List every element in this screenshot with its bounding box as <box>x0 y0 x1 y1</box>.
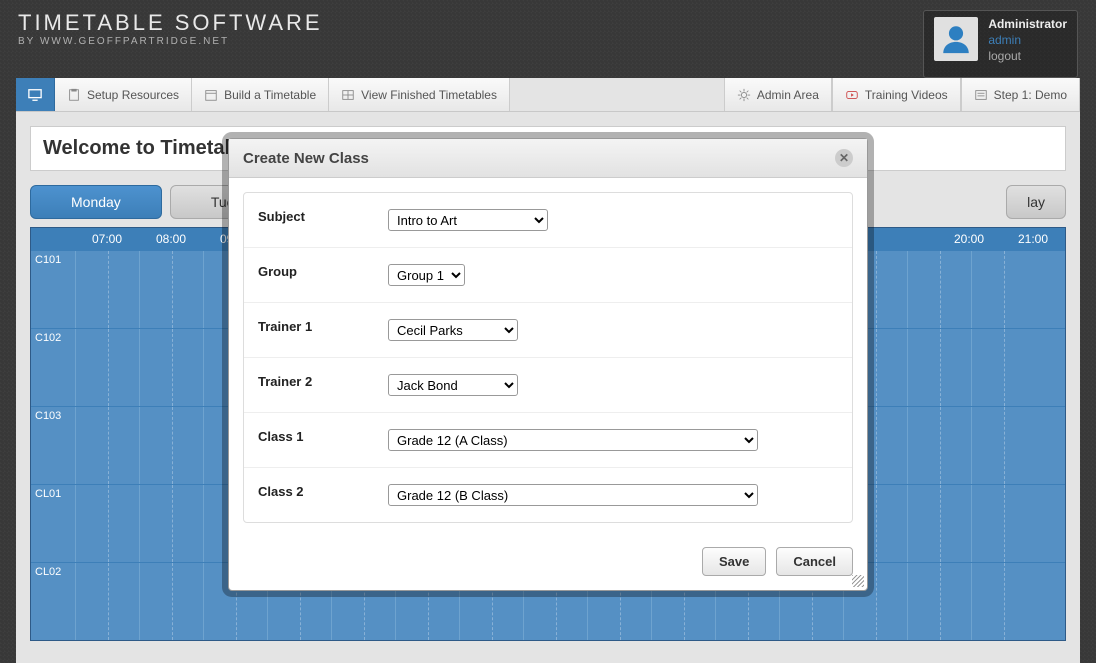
user-icon <box>939 22 973 56</box>
create-class-modal: Create New Class ✕ Subject Intro to Art … <box>228 138 868 591</box>
content: Setup Resources Build a Timetable View F… <box>16 78 1080 663</box>
save-button[interactable]: Save <box>702 547 766 576</box>
trainer2-label: Trainer 2 <box>258 374 388 396</box>
logo-title: TIMETABLE SOFTWARE <box>18 10 323 36</box>
form-table: Subject Intro to Art Group Group 1 Train… <box>243 192 853 523</box>
modal-title: Create New Class <box>243 150 369 167</box>
cancel-button[interactable]: Cancel <box>776 547 853 576</box>
class1-label: Class 1 <box>258 429 388 451</box>
modal-footer: Save Cancel <box>229 537 867 590</box>
trainer1-select[interactable]: Cecil Parks <box>388 319 518 341</box>
subject-label: Subject <box>258 209 388 231</box>
avatar <box>934 17 978 61</box>
trainer2-select[interactable]: Jack Bond <box>388 374 518 396</box>
form-row-class1: Class 1 Grade 12 (A Class) <box>244 413 852 468</box>
logout-link[interactable]: logout <box>988 49 1067 63</box>
trainer1-label: Trainer 1 <box>258 319 388 341</box>
close-icon[interactable]: ✕ <box>835 149 853 167</box>
modal-title-bar: Create New Class ✕ <box>229 139 867 178</box>
subject-select[interactable]: Intro to Art <box>388 209 548 231</box>
modal-body: Subject Intro to Art Group Group 1 Train… <box>229 178 867 537</box>
form-row-subject: Subject Intro to Art <box>244 193 852 248</box>
group-select[interactable]: Group 1 <box>388 264 465 286</box>
form-row-group: Group Group 1 <box>244 248 852 303</box>
class2-select[interactable]: Grade 12 (B Class) <box>388 484 758 506</box>
class2-label: Class 2 <box>258 484 388 506</box>
form-row-trainer1: Trainer 1 Cecil Parks <box>244 303 852 358</box>
topbar: TIMETABLE SOFTWARE BY WWW.GEOFFPARTRIDGE… <box>0 0 1096 78</box>
user-login[interactable]: admin <box>988 33 1067 47</box>
user-text: Administrator admin logout <box>988 17 1067 63</box>
logo-subtitle: BY WWW.GEOFFPARTRIDGE.NET <box>18 36 323 47</box>
form-row-class2: Class 2 Grade 12 (B Class) <box>244 468 852 522</box>
logo: TIMETABLE SOFTWARE BY WWW.GEOFFPARTRIDGE… <box>18 10 323 78</box>
modal-backdrop: Create New Class ✕ Subject Intro to Art … <box>16 78 1080 663</box>
user-name: Administrator <box>988 17 1067 31</box>
form-row-trainer2: Trainer 2 Jack Bond <box>244 358 852 413</box>
group-label: Group <box>258 264 388 286</box>
user-panel: Administrator admin logout <box>923 10 1078 78</box>
class1-select[interactable]: Grade 12 (A Class) <box>388 429 758 451</box>
